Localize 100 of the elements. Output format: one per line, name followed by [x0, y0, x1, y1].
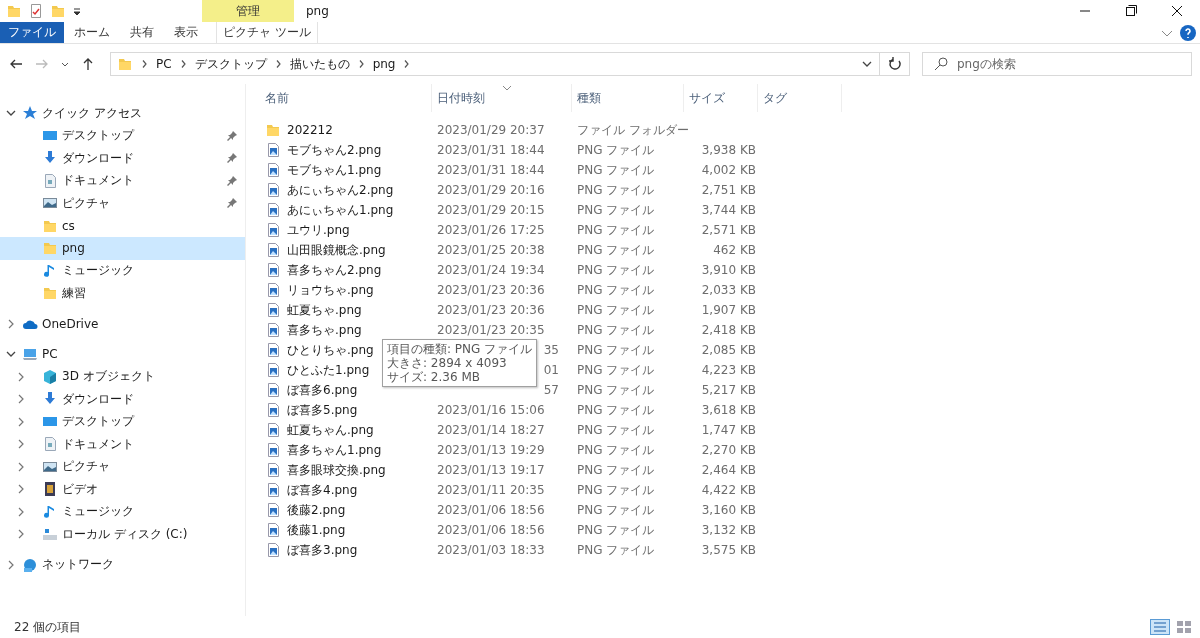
- image-file-icon: [265, 522, 281, 538]
- large-icons-view-icon[interactable]: [1174, 619, 1194, 635]
- file-name[interactable]: ぼ喜多4.png: [287, 481, 358, 499]
- nav-item[interactable]: ダウンロード: [0, 388, 245, 411]
- file-name[interactable]: リョウちゃ.png: [287, 281, 374, 299]
- chevron-right-icon[interactable]: [16, 461, 26, 472]
- file-name[interactable]: 虹夏ちゃん.png: [287, 421, 374, 439]
- nav-item[interactable]: OneDrive: [0, 312, 245, 335]
- chevron-right-icon[interactable]: [6, 559, 16, 570]
- chevron-right-icon[interactable]: [16, 371, 26, 382]
- file-name[interactable]: 後藤2.png: [287, 501, 346, 519]
- chevron-right-icon[interactable]: [6, 318, 16, 329]
- file-name[interactable]: ぼ喜多6.png: [287, 381, 358, 399]
- file-name[interactable]: ぼ喜多5.png: [287, 401, 358, 419]
- file-name[interactable]: 山田眼鏡概念.png: [287, 241, 386, 259]
- nav-item[interactable]: ピクチャ: [0, 192, 245, 215]
- chevron-right-icon[interactable]: [16, 529, 26, 540]
- image-file-icon: [265, 242, 281, 258]
- nav-item[interactable]: 3D オブジェクト: [0, 365, 245, 388]
- size-cell: 3,744 KB: [701, 203, 756, 217]
- file-name[interactable]: ひとりちゃ.png: [287, 341, 374, 359]
- nav-item[interactable]: クイック アクセス: [0, 102, 245, 125]
- file-name[interactable]: モブちゃん2.png: [287, 141, 382, 159]
- nav-item[interactable]: ミュージック: [0, 500, 245, 523]
- image-file-icon: [265, 342, 281, 358]
- file-name[interactable]: 喜多眼球交換.png: [287, 461, 386, 479]
- file-name[interactable]: 後藤1.png: [287, 521, 346, 539]
- column-header[interactable]: 名前: [260, 84, 432, 112]
- nav-item[interactable]: ビデオ: [0, 478, 245, 501]
- file-name[interactable]: ひとふた1.png: [287, 361, 370, 379]
- size-cell: 1,747 KB: [701, 423, 756, 437]
- chevron-right-icon[interactable]: [16, 394, 26, 405]
- image-file-icon: [265, 302, 281, 318]
- search-field[interactable]: pngの検索: [922, 52, 1192, 76]
- nav-item[interactable]: png: [0, 237, 245, 260]
- chevron-right-icon[interactable]: [141, 59, 148, 69]
- nav-item[interactable]: デスクトップ: [0, 410, 245, 433]
- size-cell: 3,618 KB: [701, 403, 756, 417]
- file-name[interactable]: 202212: [287, 123, 333, 137]
- nav-item[interactable]: ダウンロード: [0, 147, 245, 170]
- file-name[interactable]: ユウリ.png: [287, 221, 350, 239]
- column-header[interactable]: サイズ: [684, 84, 758, 112]
- chevron-right-icon[interactable]: [403, 59, 411, 69]
- nav-item[interactable]: ネットワーク: [0, 553, 245, 576]
- date-cell: 2023/01/24 19:34: [437, 263, 545, 277]
- file-name[interactable]: あにぃちゃん2.png: [287, 181, 394, 199]
- chevron-right-icon[interactable]: [357, 59, 365, 69]
- ribbon-tab[interactable]: ホーム: [64, 22, 120, 43]
- nav-item[interactable]: PC: [0, 343, 245, 366]
- ribbon-tab[interactable]: ファイル: [0, 22, 64, 43]
- ribbon-tab[interactable]: 共有: [120, 22, 164, 43]
- file-name[interactable]: モブちゃん1.png: [287, 161, 382, 179]
- nav-item[interactable]: ドキュメント: [0, 433, 245, 456]
- type-cell: PNG ファイル: [577, 241, 655, 259]
- nav-item[interactable]: ピクチャ: [0, 455, 245, 478]
- chevron-right-icon[interactable]: [16, 484, 26, 495]
- chevron-right-icon[interactable]: [179, 59, 187, 69]
- address-bar[interactable]: PC デスクトップ 描いたもの png: [110, 52, 880, 76]
- nav-item[interactable]: ミュージック: [0, 259, 245, 282]
- breadcrumb[interactable]: PC: [156, 57, 172, 71]
- file-name[interactable]: 喜多ちゃん1.png: [287, 441, 382, 459]
- image-file-icon: [265, 382, 281, 398]
- nav-item[interactable]: ドキュメント: [0, 169, 245, 192]
- size-cell: 5,217 KB: [701, 383, 756, 397]
- window-title: png: [306, 4, 329, 18]
- file-name[interactable]: あにぃちゃん1.png: [287, 201, 394, 219]
- size-cell: 4,002 KB: [701, 163, 756, 177]
- help-icon[interactable]: [1180, 24, 1196, 41]
- file-name[interactable]: 喜多ちゃん2.png: [287, 261, 382, 279]
- chevron-right-icon[interactable]: [16, 506, 26, 517]
- file-name[interactable]: ぼ喜多3.png: [287, 541, 358, 559]
- image-file-icon: [265, 422, 281, 438]
- chevron-right-icon[interactable]: [16, 439, 26, 450]
- nav-item[interactable]: デスクトップ: [0, 124, 245, 147]
- column-header[interactable]: タグ: [758, 84, 842, 112]
- breadcrumb[interactable]: png: [372, 57, 396, 71]
- tooltip-line: 大きさ: 2894 x 4093: [387, 356, 508, 370]
- refresh-button[interactable]: [880, 52, 910, 76]
- nav-item[interactable]: cs: [0, 214, 245, 237]
- file-name[interactable]: 喜多ちゃ.png: [287, 321, 362, 339]
- chevron-right-icon[interactable]: [16, 416, 26, 427]
- details-view-icon[interactable]: [1150, 619, 1170, 635]
- type-cell: PNG ファイル: [577, 441, 655, 459]
- file-name[interactable]: 虹夏ちゃ.png: [287, 301, 362, 319]
- checklist-icon[interactable]: [28, 3, 44, 19]
- size-cell: 4,422 KB: [701, 483, 756, 497]
- date-cell: 01: [543, 363, 559, 377]
- ribbon-tab[interactable]: 表示: [164, 22, 208, 43]
- type-cell: PNG ファイル: [577, 221, 655, 239]
- ribbon-tab[interactable]: ピクチャ ツール: [216, 22, 318, 43]
- type-cell: PNG ファイル: [577, 181, 655, 199]
- breadcrumb[interactable]: デスクトップ: [194, 55, 267, 73]
- nav-item[interactable]: 練習: [0, 282, 245, 305]
- breadcrumb[interactable]: 描いたもの: [289, 55, 350, 73]
- nav-item[interactable]: ローカル ディスク (C:): [0, 523, 245, 546]
- date-cell: 2023/01/25 20:38: [437, 243, 545, 257]
- chevron-right-icon[interactable]: [274, 59, 282, 69]
- date-cell: 2023/01/31 18:44: [437, 163, 545, 177]
- column-header[interactable]: 種類: [572, 84, 684, 112]
- column-header[interactable]: 日付時刻: [432, 84, 572, 112]
